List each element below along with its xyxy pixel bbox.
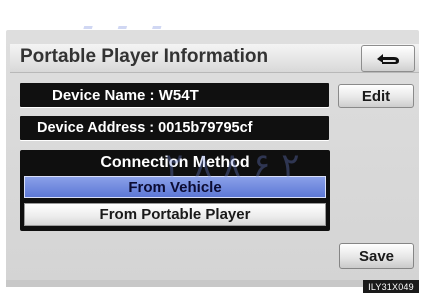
watermark-decoration-2: ۲ ۸ ۸ ۶ ۲ xyxy=(165,146,300,186)
option-from-portable-player[interactable]: From Portable Player xyxy=(24,203,326,226)
device-address-display: Device Address : 0015b79795cf xyxy=(20,116,329,140)
page-title: Portable Player Information xyxy=(20,46,269,67)
back-arrow-icon xyxy=(377,53,399,64)
watermark-decoration: ۔ ۔ ۔ xyxy=(75,0,174,38)
save-button[interactable]: Save xyxy=(339,243,414,269)
edit-button[interactable]: Edit xyxy=(338,84,414,108)
bottom-strip xyxy=(6,280,419,287)
back-button[interactable] xyxy=(361,45,415,72)
device-name-display: Device Name : W54T xyxy=(20,83,329,107)
image-code-label: ILY31X049 xyxy=(363,280,419,293)
screenshot-frame: ۔ ۔ ۔ Portable Player Information Device… xyxy=(0,0,425,293)
